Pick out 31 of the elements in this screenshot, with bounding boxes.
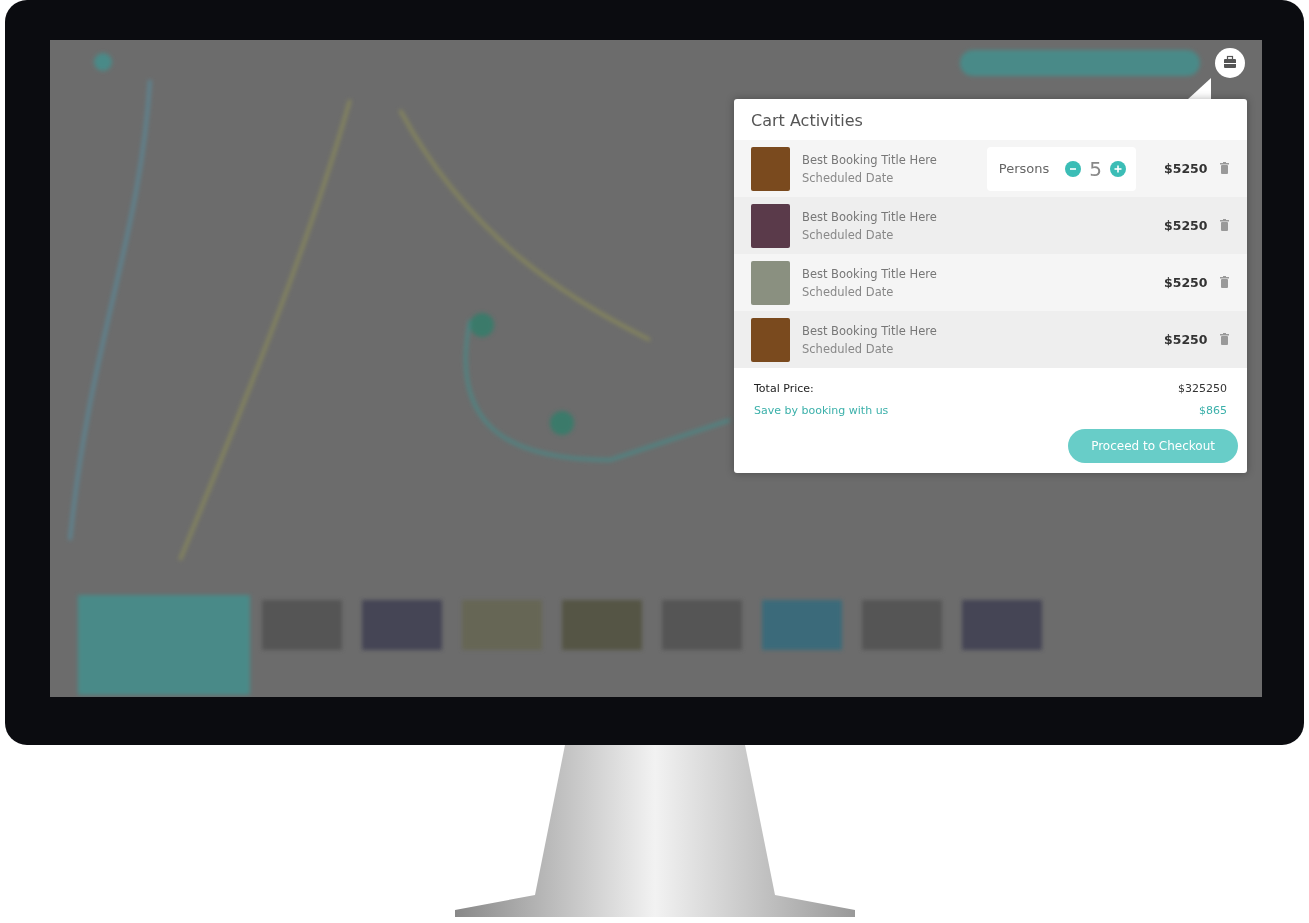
booking-date: Scheduled Date: [802, 341, 895, 356]
item-price: $5250: [1164, 218, 1209, 233]
photo-placeholder: [751, 317, 790, 362]
total-price-value: $325250: [1178, 382, 1227, 395]
booking-date: Scheduled Date: [802, 227, 895, 242]
booking-date: Scheduled Date: [802, 284, 895, 299]
photo-placeholder: [751, 203, 790, 248]
persons-label: Persons: [998, 161, 1050, 176]
savings-label: Save by booking with us: [754, 404, 890, 417]
booking-title: Best Booking Title Here: [802, 209, 938, 224]
trash-icon[interactable]: [1220, 162, 1229, 174]
total-price-label: Total Price:: [754, 382, 815, 395]
minus-icon[interactable]: [1065, 160, 1082, 177]
item-price: $5250: [1164, 332, 1209, 347]
cart-title: Cart Activities: [750, 110, 864, 132]
photo-placeholder: [751, 146, 790, 191]
trash-icon[interactable]: [1220, 276, 1229, 288]
booking-title: Best Booking Title Here: [802, 323, 938, 338]
checkout-button[interactable]: Proceed to Checkout: [1068, 429, 1238, 463]
plus-icon[interactable]: [1110, 160, 1126, 177]
trash-icon[interactable]: [1220, 219, 1229, 231]
photo-placeholder: [751, 260, 790, 305]
booking-title: Best Booking Title Here: [802, 152, 938, 167]
briefcase-icon[interactable]: [1215, 48, 1245, 78]
item-price: $5250: [1164, 275, 1209, 290]
persons-count: 5: [1089, 156, 1102, 181]
savings-value: $865: [1198, 404, 1227, 417]
trash-icon[interactable]: [1220, 333, 1229, 345]
item-price: $5250: [1164, 161, 1209, 176]
booking-date: Scheduled Date: [802, 170, 895, 185]
booking-title: Best Booking Title Here: [802, 266, 938, 281]
